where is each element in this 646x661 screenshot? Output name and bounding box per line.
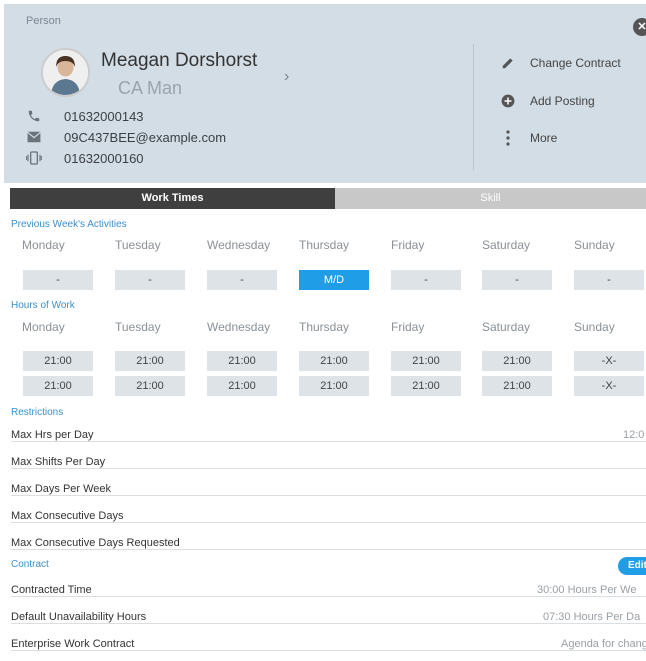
contract-label: Enterprise Work Contract — [11, 638, 139, 650]
more-button[interactable]: More — [500, 129, 557, 147]
activity-cell-friday[interactable]: - — [391, 270, 461, 290]
restriction-row: Max Days Per Week — [11, 481, 646, 499]
hours-cell[interactable]: 21:00 — [207, 351, 277, 371]
person-name: Meagan Dorshorst — [101, 50, 258, 71]
day-header: Tuesday — [115, 238, 161, 252]
row-divider — [11, 522, 646, 523]
hours-cell[interactable]: 21:00 — [391, 376, 461, 396]
restriction-label: Max Consecutive Days Requested — [11, 537, 184, 549]
prev-week-day-headers: Monday Tuesday Wednesday Thursday Friday… — [4, 238, 646, 254]
restriction-label: Max Days Per Week — [11, 483, 116, 495]
hours-cell[interactable]: 21:00 — [115, 351, 185, 371]
row-divider — [11, 650, 646, 651]
hours-cell[interactable]: 21:00 — [391, 351, 461, 371]
contract-value: Agenda for chang — [557, 638, 646, 650]
contract-row: Enterprise Work Contract Agenda for chan… — [11, 636, 646, 654]
restriction-label: Max Hrs per Day — [11, 429, 98, 441]
vibrate-icon — [26, 150, 42, 166]
row-divider — [11, 468, 646, 469]
contract-heading: Contract — [11, 559, 49, 570]
close-icon[interactable]: ✕ — [633, 18, 646, 36]
activity-cell-sunday[interactable]: - — [574, 270, 644, 290]
mobile-number[interactable]: 01632000160 — [64, 151, 144, 166]
more-label: More — [530, 131, 558, 145]
email-row: 09C437BEE@example.com — [26, 128, 226, 146]
restriction-label: Max Consecutive Days — [11, 510, 128, 522]
header-divider — [473, 44, 474, 170]
hours-cell[interactable]: -X- — [574, 376, 644, 396]
day-header: Sunday — [574, 320, 615, 334]
email-address[interactable]: 09C437BEE@example.com — [64, 130, 226, 145]
activity-cell-thursday[interactable]: M/D — [299, 270, 369, 290]
contract-row: Contracted Time 30:00 Hours Per We — [11, 582, 646, 600]
mobile-row: 01632000160 — [26, 149, 144, 167]
hours-heading: Hours of Work — [11, 300, 75, 311]
day-header: Friday — [391, 238, 425, 252]
day-header: Friday — [391, 320, 425, 334]
change-contract-button[interactable]: Change Contract — [500, 54, 621, 72]
person-panel: Person ✕ Meagan Dorshorst CA Man › 01632… — [4, 4, 646, 661]
contract-row: Default Unavailability Hours 07:30 Hours… — [11, 609, 646, 627]
phone-number[interactable]: 01632000143 — [64, 109, 144, 124]
pencil-icon — [500, 55, 516, 71]
row-divider — [11, 549, 646, 550]
contract-value: 07:30 Hours Per Da — [539, 611, 641, 623]
restriction-row: Max Consecutive Days — [11, 508, 646, 526]
activity-cell-tuesday[interactable]: - — [115, 270, 185, 290]
chevron-right-icon[interactable]: › — [284, 68, 289, 86]
tab-skill[interactable]: Skill — [335, 188, 646, 209]
hours-cell[interactable]: 21:00 — [299, 376, 369, 396]
add-posting-label: Add Posting — [530, 94, 595, 108]
prev-week-heading: Previous Week's Activities — [11, 219, 127, 230]
restrictions-heading: Restrictions — [11, 407, 64, 418]
restriction-value: 12:0 — [619, 429, 645, 441]
activity-cell-wednesday[interactable]: - — [207, 270, 277, 290]
restriction-label: Max Shifts Per Day — [11, 456, 110, 468]
hours-cell[interactable]: 21:00 — [23, 376, 93, 396]
change-contract-label: Change Contract — [530, 56, 621, 70]
panel-title: Person — [26, 15, 61, 27]
day-header: Thursday — [299, 320, 350, 334]
hours-cell[interactable]: 21:00 — [299, 351, 369, 371]
contract-label: Default Unavailability Hours — [11, 611, 151, 623]
restriction-row: Max Shifts Per Day — [11, 454, 646, 472]
avatar[interactable] — [41, 48, 90, 97]
contract-value: 30:00 Hours Per We — [533, 584, 637, 596]
day-header: Saturday — [482, 320, 531, 334]
hours-day-headers: Monday Tuesday Wednesday Thursday Friday… — [4, 320, 646, 336]
row-divider — [11, 441, 646, 442]
row-divider — [11, 495, 646, 496]
hours-cell[interactable]: 21:00 — [23, 351, 93, 371]
row-divider — [11, 596, 646, 597]
day-header: Sunday — [574, 238, 615, 252]
day-header: Wednesday — [207, 320, 271, 334]
more-vertical-icon — [500, 130, 516, 146]
person-role: CA Man — [118, 78, 183, 98]
hours-cell[interactable]: -X- — [574, 351, 644, 371]
day-header: Monday — [22, 238, 65, 252]
hours-cell[interactable]: 21:00 — [115, 376, 185, 396]
restriction-row: Max Hrs per Day 12:0 — [11, 427, 646, 445]
phone-icon — [26, 108, 42, 124]
add-posting-button[interactable]: Add Posting — [500, 92, 595, 110]
edit-contract-button[interactable]: Edit — [618, 557, 646, 575]
day-header: Wednesday — [207, 238, 271, 252]
hours-cell[interactable]: 21:00 — [482, 376, 552, 396]
activity-cell-monday[interactable]: - — [23, 270, 93, 290]
hours-cell[interactable]: 21:00 — [207, 376, 277, 396]
phone-row: 01632000143 — [26, 107, 144, 125]
row-divider — [11, 623, 646, 624]
day-header: Tuesday — [115, 320, 161, 334]
contract-label: Contracted Time — [11, 584, 96, 596]
hours-cell[interactable]: 21:00 — [482, 351, 552, 371]
activity-cell-saturday[interactable]: - — [482, 270, 552, 290]
mail-icon — [26, 129, 42, 145]
restriction-row: Max Consecutive Days Requested — [11, 535, 646, 553]
day-header: Thursday — [299, 238, 350, 252]
tab-work-times[interactable]: Work Times — [10, 188, 335, 209]
day-header: Monday — [22, 320, 65, 334]
person-header: Person ✕ Meagan Dorshorst CA Man › 01632… — [4, 4, 646, 183]
day-header: Saturday — [482, 238, 531, 252]
plus-circle-icon — [500, 93, 516, 109]
